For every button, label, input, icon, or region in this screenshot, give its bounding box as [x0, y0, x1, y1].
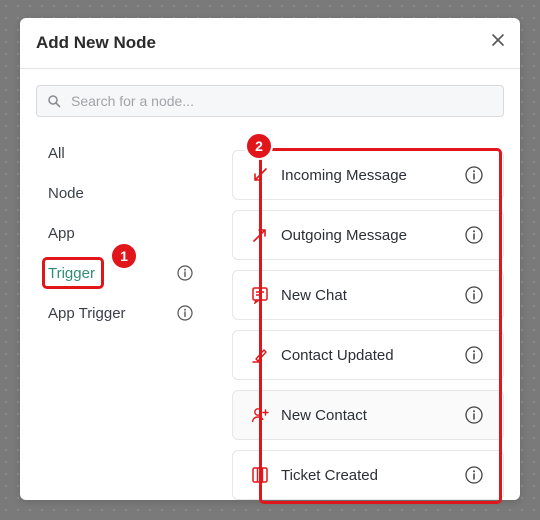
category-trigger[interactable]: Trigger — [48, 265, 95, 282]
annotation-badge-1: 1 — [110, 242, 138, 270]
search-input[interactable] — [71, 86, 491, 116]
outgoing-arrow-icon — [251, 226, 269, 244]
search-box[interactable] — [36, 85, 504, 117]
category-node[interactable]: Node — [48, 185, 84, 202]
node-label: Incoming Message — [281, 167, 407, 184]
dialog-title: Add New Node — [36, 33, 156, 52]
info-icon[interactable] — [177, 265, 193, 281]
category-all[interactable]: All — [48, 145, 65, 162]
search-icon — [47, 94, 61, 108]
category-app[interactable]: App — [48, 225, 75, 242]
chat-icon — [251, 286, 269, 305]
annotation-badge-2: 2 — [245, 132, 273, 160]
node-label: Contact Updated — [281, 347, 394, 364]
node-label: New Chat — [281, 287, 347, 304]
edit-pencil-icon — [251, 346, 269, 364]
add-user-icon — [251, 406, 269, 424]
close-icon[interactable] — [488, 30, 508, 50]
node-label: Ticket Created — [281, 467, 378, 484]
node-item-ticket-created[interactable]: Ticket Created — [232, 450, 504, 500]
node-item-new-chat[interactable]: New Chat — [232, 270, 504, 320]
info-icon[interactable] — [177, 305, 193, 321]
info-icon[interactable] — [465, 466, 483, 484]
add-node-dialog: Add New Node All Node App Trigger App Tr… — [20, 18, 520, 500]
node-label: New Contact — [281, 407, 367, 424]
info-icon[interactable] — [465, 226, 483, 244]
incoming-arrow-icon — [251, 166, 269, 184]
dialog-header: Add New Node — [20, 18, 520, 69]
info-icon[interactable] — [465, 166, 483, 184]
node-item-contact-updated[interactable]: Contact Updated — [232, 330, 504, 380]
node-item-new-contact[interactable]: New Contact — [232, 390, 504, 440]
ticket-icon — [251, 466, 269, 484]
info-icon[interactable] — [465, 406, 483, 424]
info-icon[interactable] — [465, 346, 483, 364]
node-item-incoming-message[interactable]: Incoming Message — [232, 150, 504, 200]
node-label: Outgoing Message — [281, 227, 407, 244]
category-app-trigger[interactable]: App Trigger — [48, 305, 126, 322]
node-item-outgoing-message[interactable]: Outgoing Message — [232, 210, 504, 260]
info-icon[interactable] — [465, 286, 483, 304]
